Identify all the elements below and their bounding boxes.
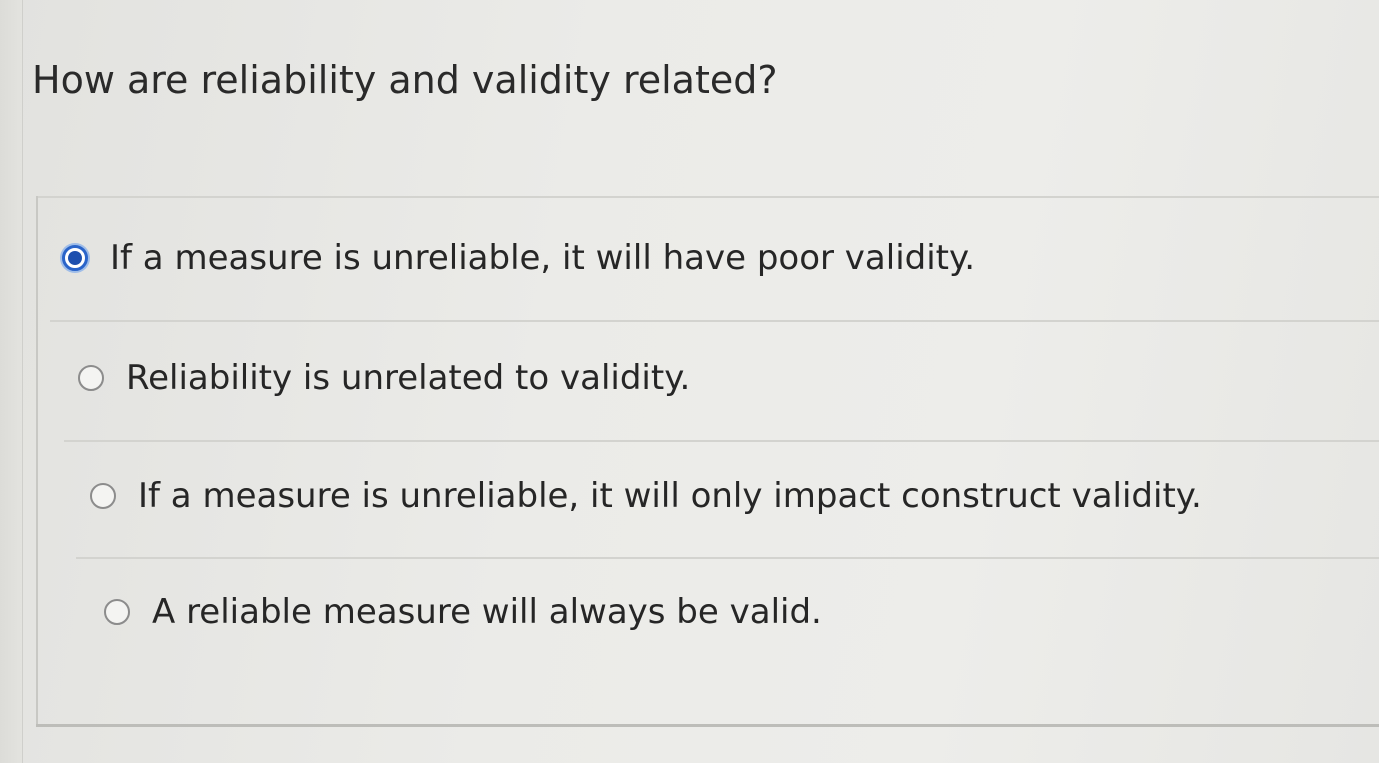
panel-inner-left-border xyxy=(36,196,38,726)
answer-option-2[interactable]: Reliability is unrelated to validity. xyxy=(78,358,690,398)
divider xyxy=(76,557,1379,559)
panel-left-edge xyxy=(0,0,23,763)
divider xyxy=(64,440,1379,442)
question-text: How are reliability and validity related… xyxy=(32,58,778,102)
answer-option-label: If a measure is unreliable, it will have… xyxy=(110,238,976,278)
answer-option-4[interactable]: A reliable measure will always be valid. xyxy=(104,592,822,632)
answer-option-label: Reliability is unrelated to validity. xyxy=(126,358,691,398)
radio-unselected-icon[interactable] xyxy=(90,483,116,509)
answer-option-1[interactable]: If a measure is unreliable, it will have… xyxy=(62,238,975,278)
answer-option-label: If a measure is unreliable, it will only… xyxy=(138,476,1202,516)
question-panel: How are reliability and validity related… xyxy=(0,0,1379,763)
answer-option-3[interactable]: If a measure is unreliable, it will only… xyxy=(90,476,1202,516)
answer-option-label: A reliable measure will always be valid. xyxy=(152,592,822,632)
radio-unselected-icon[interactable] xyxy=(78,365,104,391)
radio-unselected-icon[interactable] xyxy=(104,599,130,625)
radio-selected-icon[interactable] xyxy=(62,245,88,271)
divider xyxy=(50,320,1379,322)
divider-top xyxy=(36,196,1379,198)
panel-bottom-border xyxy=(36,724,1379,727)
